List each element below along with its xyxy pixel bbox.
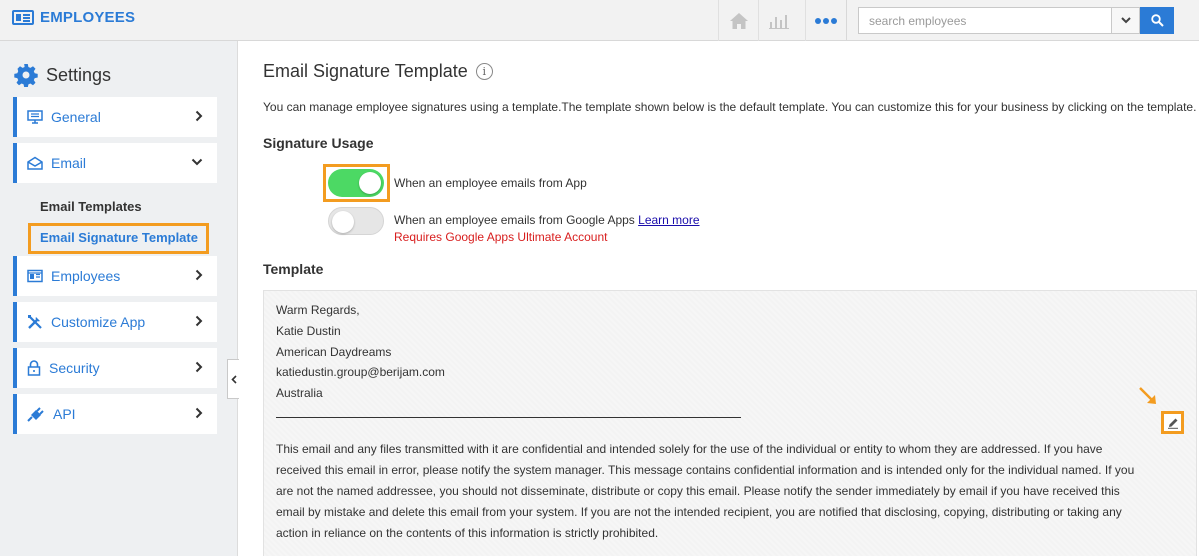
chevron-right-icon [195, 110, 203, 122]
employees-app-icon [12, 10, 34, 25]
chevron-right-icon [195, 361, 203, 373]
app-signature-toggle[interactable] [328, 169, 384, 197]
id-card-icon [27, 269, 43, 283]
google-apps-warning: Requires Google Apps Ultimate Account [394, 230, 608, 244]
chevron-right-icon [195, 269, 203, 281]
template-divider [276, 417, 741, 418]
home-icon [729, 12, 748, 29]
sidebar-item-customize-app[interactable]: Customize App [13, 302, 217, 342]
sidebar-item-label: General [51, 109, 101, 125]
sidebar-item-email[interactable]: Email [13, 143, 217, 183]
template-line: Katie Dustin [276, 324, 341, 338]
top-bar: EMPLOYEES [0, 0, 1199, 41]
search-filter-dropdown[interactable] [1111, 8, 1139, 33]
signature-template-editor[interactable]: Warm Regards, Katie Dustin American Dayd… [263, 290, 1197, 556]
toggle-knob [359, 172, 381, 194]
home-button[interactable] [718, 0, 758, 41]
template-line: American Daydreams [276, 345, 392, 359]
info-icon[interactable]: i [475, 63, 493, 80]
page-title: Email Signature Template i [263, 61, 493, 82]
settings-title: Settings [46, 64, 112, 85]
learn-more-link[interactable]: Learn more [638, 213, 699, 227]
edit-template-button[interactable] [1161, 411, 1184, 434]
main-content: Email Signature Template i You can manag… [239, 41, 1199, 556]
settings-heading: Settings [14, 63, 111, 87]
sidebar-item-api[interactable]: API [13, 394, 217, 434]
page-description: You can manage employee signatures using… [263, 100, 1197, 114]
sidebar-item-label: API [53, 406, 76, 422]
reports-button[interactable] [758, 0, 798, 41]
template-heading: Template [263, 261, 324, 277]
pencil-icon [1167, 418, 1178, 429]
chevron-right-icon [195, 407, 203, 419]
monitor-icon [27, 110, 43, 124]
tools-icon [28, 315, 42, 329]
template-disclaimer: This email and any files transmitted wit… [276, 442, 1135, 540]
search-icon [1150, 14, 1164, 27]
chevron-left-icon [230, 374, 237, 384]
google-apps-signature-toggle[interactable] [328, 207, 384, 235]
sidebar-item-label: Customize App [51, 314, 146, 330]
search-box [858, 7, 1140, 34]
plug-icon [27, 407, 44, 422]
app-brand[interactable]: EMPLOYEES [12, 9, 135, 26]
app-title: EMPLOYEES [40, 9, 136, 26]
template-line: katiedustin.group@berijam.com [276, 365, 445, 379]
template-line: Warm Regards, [276, 303, 360, 317]
sidebar-item-employees[interactable]: Employees [13, 256, 217, 296]
settings-sidebar: Settings General Email Email Templates E… [0, 41, 238, 556]
lock-icon [27, 360, 41, 376]
template-line: Australia [276, 386, 323, 400]
page-title-text: Email Signature Template [263, 61, 468, 81]
toggle-knob [332, 211, 354, 233]
app-signature-label: When an employee emails from App [394, 176, 587, 190]
more-icon [815, 17, 821, 24]
envelope-icon [27, 156, 43, 170]
google-apps-label-text: When an employee emails from Google Apps [394, 213, 635, 227]
sidebar-subitem-email-signature-template[interactable]: Email Signature Template [40, 230, 198, 245]
sidebar-item-label: Employees [51, 268, 121, 284]
sidebar-item-general[interactable]: General [13, 97, 217, 137]
caret-down-icon [1120, 17, 1131, 24]
signature-usage-heading: Signature Usage [263, 135, 374, 151]
sidebar-subitem-email-templates[interactable]: Email Templates [40, 199, 142, 214]
sidebar-item-label: Security [49, 360, 100, 376]
sidebar-collapse-button[interactable] [227, 359, 239, 399]
search-button[interactable] [1140, 7, 1174, 34]
more-button[interactable] [805, 0, 847, 41]
chevron-down-icon [191, 158, 203, 166]
sidebar-item-label: Email [51, 155, 87, 171]
search-input[interactable] [859, 8, 1111, 33]
sidebar-item-security[interactable]: Security [13, 348, 217, 388]
chevron-right-icon [195, 315, 203, 327]
google-apps-signature-label: When an employee emails from Google Apps… [394, 213, 700, 227]
pointer-arrow-icon [1139, 387, 1156, 404]
chart-icon [768, 14, 789, 29]
gear-icon [14, 64, 38, 87]
